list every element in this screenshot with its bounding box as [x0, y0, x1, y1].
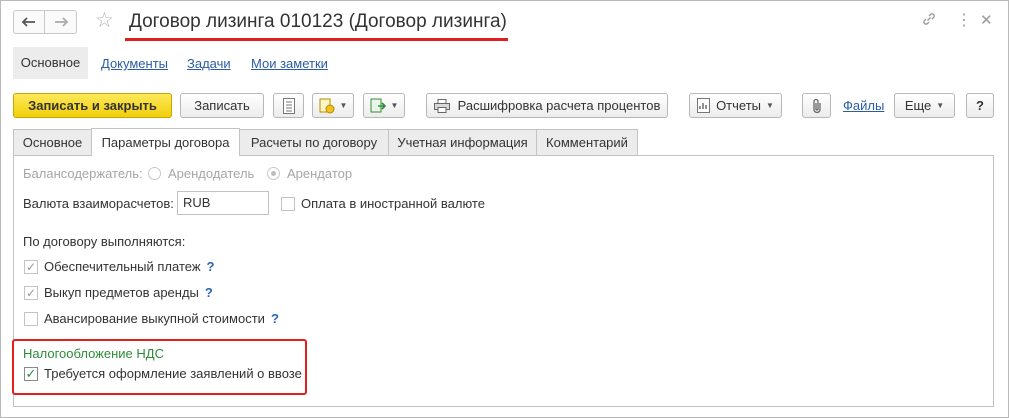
attach-files-button[interactable] [802, 93, 831, 118]
help-button[interactable]: ? [966, 93, 994, 118]
document-create-icon [319, 98, 335, 113]
reports-button[interactable]: Отчеты ▼ [689, 93, 782, 118]
interest-breakdown-label: Расшифровка расчета процентов [457, 98, 661, 113]
document-window: ☆ Договор лизинга 010123 (Договор лизинг… [0, 0, 1009, 418]
radio-lessee[interactable] [267, 167, 280, 180]
help-question-icon[interactable]: ? [271, 311, 279, 326]
tab-contract-settlements[interactable]: Расчеты по договору [239, 129, 389, 155]
security-payment-row: Обеспечительный платеж? [44, 259, 215, 275]
currency-label: Валюта взаиморасчетов: [23, 196, 174, 211]
structure-button[interactable]: ▼ [363, 93, 405, 118]
link-icon[interactable] [921, 11, 937, 33]
performed-label: По договору выполняются: [23, 234, 186, 249]
tab-accounting-info[interactable]: Учетная информация [388, 129, 537, 155]
radio-lessor[interactable] [148, 167, 161, 180]
nav-documents[interactable]: Документы [101, 56, 168, 72]
chevron-down-icon: ▼ [339, 101, 348, 110]
currency-input[interactable]: RUB [177, 191, 269, 215]
print-list-button[interactable] [273, 93, 304, 118]
nav-tasks[interactable]: Задачи [187, 56, 231, 72]
arrow-right-icon [54, 17, 68, 27]
chevron-down-icon: ▼ [766, 101, 774, 110]
foreign-currency-label: Оплата в иностранной валюте [301, 196, 485, 211]
chevron-down-icon: ▼ [936, 101, 945, 110]
tab-contract-parameters[interactable]: Параметры договора [91, 128, 240, 156]
more-button[interactable]: Еще ▼ [894, 93, 955, 118]
nav-notes[interactable]: Мои заметки [251, 56, 328, 72]
save-button[interactable]: Записать [180, 93, 264, 118]
import-statements-checkbox[interactable]: ✓ [24, 367, 38, 381]
printer-icon [433, 98, 450, 113]
page-title: Договор лизинга 010123 (Договор лизинга) [129, 11, 507, 32]
advance-buyout-row: Авансирование выкупной стоимости? [44, 311, 279, 327]
balance-holder-label: Балансодержатель: [23, 166, 143, 181]
document-structure-icon [370, 98, 386, 112]
radio-lessee-label: Арендатор [287, 166, 353, 181]
title-annotation-underline [125, 38, 508, 41]
help-question-icon[interactable]: ? [205, 285, 213, 300]
document-list-icon [282, 97, 295, 114]
advance-buyout-checkbox[interactable] [24, 312, 38, 326]
save-and-close-button[interactable]: Записать и закрыть [13, 93, 172, 118]
chevron-down-icon: ▼ [390, 101, 399, 110]
tab-comment[interactable]: Комментарий [536, 129, 638, 155]
security-payment-label: Обеспечительный платеж [44, 259, 201, 274]
interest-breakdown-button[interactable]: Расшифровка расчета процентов [426, 93, 668, 118]
reports-label: Отчеты [716, 98, 761, 113]
paperclip-icon [812, 98, 821, 113]
create-based-on-button[interactable]: ▼ [312, 93, 354, 118]
foreign-currency-checkbox[interactable] [281, 197, 295, 211]
vertical-dots-icon[interactable]: ⋮ [956, 11, 972, 31]
back-button[interactable] [13, 10, 45, 34]
star-icon[interactable]: ☆ [95, 9, 114, 33]
nav-main[interactable]: Основное [13, 47, 88, 79]
tab-main[interactable]: Основное [13, 129, 92, 155]
files-link[interactable]: Файлы [843, 98, 884, 114]
import-statements-label: Требуется оформление заявлений о ввозе [44, 366, 302, 381]
close-icon[interactable]: ✕ [980, 11, 993, 31]
buyout-row: Выкуп предметов аренды? [44, 285, 213, 301]
security-payment-checkbox[interactable]: ✓ [24, 260, 38, 274]
report-icon [697, 98, 711, 113]
advance-buyout-label: Авансирование выкупной стоимости [44, 311, 265, 326]
radio-lessor-label: Арендодатель [168, 166, 255, 181]
vat-section-heading: Налогообложение НДС [23, 346, 164, 361]
more-label: Еще [904, 98, 932, 113]
buyout-checkbox[interactable]: ✓ [24, 286, 38, 300]
arrow-left-icon [22, 17, 35, 27]
forward-button[interactable] [45, 10, 77, 34]
buyout-label: Выкуп предметов аренды [44, 285, 199, 300]
help-question-icon[interactable]: ? [207, 259, 215, 274]
